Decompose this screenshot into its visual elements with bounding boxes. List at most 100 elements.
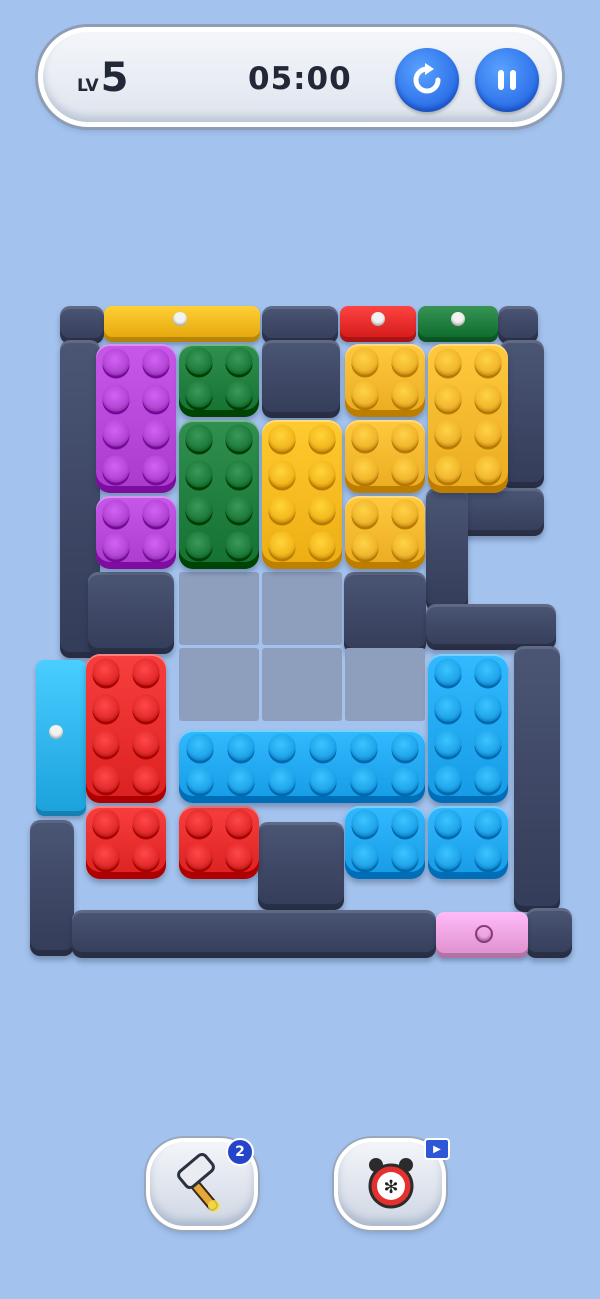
orange-block[interactable] — [345, 420, 425, 493]
block-stud — [434, 455, 462, 483]
block-stud — [391, 499, 419, 527]
block-stud — [185, 495, 213, 523]
green-block[interactable] — [179, 420, 259, 569]
block-stud — [268, 766, 295, 794]
empty-cell — [345, 648, 425, 721]
empty-cell — [179, 648, 259, 721]
block-stud — [391, 809, 419, 837]
block-stud — [185, 380, 213, 408]
block-stud — [308, 460, 336, 488]
block-stud — [351, 347, 379, 375]
block-stud — [268, 733, 295, 761]
block-stud — [434, 348, 462, 376]
block-stud — [225, 842, 253, 870]
block-stud — [351, 532, 379, 560]
block-stud — [142, 499, 170, 527]
block-stud — [132, 842, 160, 870]
block-stud — [309, 733, 336, 761]
block-stud — [268, 495, 296, 523]
block-stud — [185, 424, 213, 452]
block-stud — [391, 766, 418, 794]
gate-marker — [475, 925, 493, 943]
board-wall — [526, 908, 572, 958]
block-stud — [142, 532, 170, 560]
gate-marker — [173, 312, 187, 326]
block-stud — [225, 424, 253, 452]
block-stud — [92, 658, 120, 686]
yellow-block[interactable] — [262, 420, 342, 569]
block-stud — [225, 809, 253, 837]
block-stud — [132, 694, 160, 722]
block-stud — [225, 460, 253, 488]
hammer-icon — [177, 1152, 220, 1212]
block-stud — [474, 658, 502, 686]
block-stud — [351, 809, 379, 837]
purple-block[interactable] — [96, 496, 176, 569]
block-stud — [142, 384, 170, 412]
block-stud — [185, 347, 213, 375]
block-stud — [350, 766, 377, 794]
red-block[interactable] — [179, 806, 259, 879]
block-stud — [308, 495, 336, 523]
block-stud — [92, 765, 120, 793]
blue-block[interactable] — [179, 730, 425, 803]
blue-block[interactable] — [345, 806, 425, 879]
block-stud — [227, 733, 254, 761]
board-wall — [514, 646, 560, 912]
block-stud — [391, 733, 418, 761]
blue-block[interactable] — [428, 806, 508, 879]
block-stud — [434, 765, 462, 793]
freeze-clock-icon: ✻ — [368, 1158, 414, 1209]
orange-block[interactable] — [428, 344, 508, 493]
hammer-powerup-button[interactable]: 2 — [146, 1138, 258, 1230]
pink-gate — [436, 912, 528, 958]
block-stud — [186, 766, 213, 794]
board-wall — [30, 820, 74, 956]
empty-cell — [262, 572, 342, 645]
block-stud — [102, 455, 130, 483]
block-stud — [92, 842, 120, 870]
block-stud — [391, 380, 419, 408]
block-stud — [268, 424, 296, 452]
block-stud — [102, 348, 130, 376]
block-stud — [308, 531, 336, 559]
block-stud — [132, 729, 160, 757]
block-stud — [309, 766, 336, 794]
blue-block[interactable] — [428, 654, 508, 803]
block-stud — [474, 348, 502, 376]
block-stud — [434, 842, 462, 870]
red-block[interactable] — [86, 806, 166, 879]
board-wall — [258, 822, 344, 910]
block-stud — [92, 729, 120, 757]
orange-block[interactable] — [345, 344, 425, 417]
board-wall — [88, 572, 174, 654]
purple-block[interactable] — [96, 344, 176, 493]
block-stud — [434, 419, 462, 447]
block-stud — [351, 380, 379, 408]
block-stud — [474, 729, 502, 757]
block-stud — [391, 347, 419, 375]
block-stud — [132, 809, 160, 837]
block-stud — [391, 532, 419, 560]
orange-block[interactable] — [345, 496, 425, 569]
hammer-count-badge: 2 — [226, 1138, 254, 1166]
block-stud — [474, 809, 502, 837]
block-stud — [185, 460, 213, 488]
red-block[interactable] — [86, 654, 166, 803]
green-block[interactable] — [179, 344, 259, 417]
block-stud — [474, 842, 502, 870]
block-stud — [92, 694, 120, 722]
block-stud — [102, 419, 130, 447]
block-stud — [225, 531, 253, 559]
block-stud — [434, 694, 462, 722]
empty-cell — [262, 648, 342, 721]
empty-cell — [179, 572, 259, 645]
yellow-gate — [104, 306, 260, 342]
block-stud — [225, 495, 253, 523]
freeze-clock-powerup-button[interactable]: ✻ ▶ — [334, 1138, 450, 1230]
block-stud — [102, 532, 130, 560]
block-stud — [142, 419, 170, 447]
block-stud — [102, 499, 130, 527]
green-gate — [418, 306, 498, 342]
board-wall — [426, 488, 468, 612]
